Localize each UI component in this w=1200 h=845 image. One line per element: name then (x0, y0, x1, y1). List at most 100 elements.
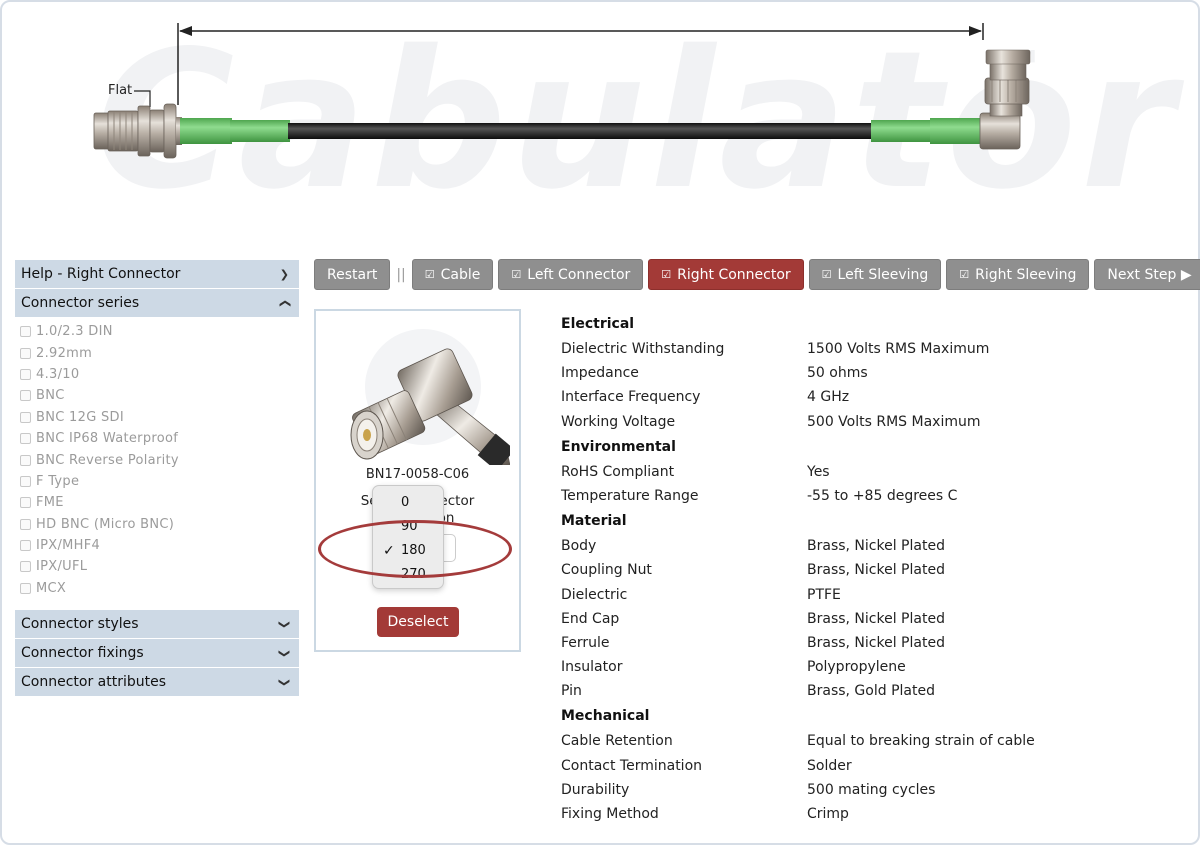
series-item-label: BNC 12G SDI (36, 409, 124, 425)
series-item-label: 2.92mm (36, 345, 93, 361)
checkbox-icon: ☑ (821, 268, 832, 281)
tab-right-sleeving-label: Right Sleeving (975, 266, 1077, 283)
spec-key: Impedance (561, 365, 639, 382)
series-item-label: BNC (36, 388, 65, 404)
styles-accordion-title: Connector styles (21, 616, 139, 633)
spec-row: Coupling Nut Brass, Nickel Plated (561, 558, 1181, 582)
restart-button[interactable]: Restart (314, 259, 391, 290)
series-item-fme: FME (20, 492, 299, 513)
series-item-ipx-ufl: IPX/UFL (20, 556, 299, 577)
spec-key: End Cap (561, 610, 620, 627)
left-connector-graphic (93, 103, 182, 159)
attributes-accordion-title: Connector attributes (21, 674, 167, 691)
checkbox-disabled (20, 540, 31, 552)
spec-key: Body (561, 538, 597, 555)
series-accordion-header[interactable]: Connector series ❯ (15, 288, 299, 317)
cable-graphic (288, 123, 873, 139)
deselect-button[interactable]: Deselect (377, 607, 459, 637)
series-item-label: IPX/MHF4 (36, 538, 101, 554)
fixings-accordion-title: Connector fixings (21, 645, 144, 662)
checkbox-disabled (20, 347, 31, 359)
series-accordion-title: Connector series (21, 295, 140, 311)
spec-row: Impedance 50 ohms (561, 361, 1181, 385)
spec-value: Yes (807, 463, 830, 480)
checkbox-icon: ☑ (511, 268, 522, 281)
help-accordion-header[interactable]: Help - Right Connector ❯ (15, 259, 299, 288)
spec-value: Solder (807, 757, 852, 774)
series-item-label: HD BNC (Micro BNC) (36, 516, 175, 532)
fixings-accordion-header[interactable]: Connector fixings ❯ (15, 638, 299, 668)
spec-row: Cable Retention Equal to breaking strain … (561, 729, 1181, 753)
flat-leader-line (134, 90, 151, 107)
series-item-2-92mm: 2.92mm (20, 342, 299, 363)
tab-right-sleeving[interactable]: ☑ Right Sleeving (946, 259, 1090, 290)
spec-row: Fixing Method Crimp (561, 802, 1181, 826)
tab-left-sleeving-label: Left Sleeving (837, 266, 929, 283)
series-item-4-3-10: 4.3/10 (20, 364, 299, 385)
spec-row: Insulator Polypropylene (561, 655, 1181, 679)
checkbox-disabled (20, 368, 31, 380)
spec-row: Dielectric Withstanding 1500 Volts RMS Ma… (561, 337, 1181, 361)
checkbox-disabled (20, 561, 31, 573)
spec-key: Contact Termination (561, 757, 703, 774)
spec-key: RoHS Compliant (561, 463, 675, 480)
series-item-hd-bnc: HD BNC (Micro BNC) (20, 514, 299, 535)
cable-drawing (93, 23, 1031, 159)
checkbox-icon: ☑ (424, 268, 435, 281)
spec-value: 50 ohms (807, 365, 868, 382)
spec-value: Equal to breaking strain of cable (807, 733, 1035, 750)
tab-left-sleeving[interactable]: ☑ Left Sleeving (808, 259, 942, 290)
checkbox-disabled (20, 497, 31, 509)
spec-row: Temperature Range -55 to +85 degrees C (561, 484, 1181, 508)
right-connector-graphic (979, 49, 1031, 150)
spec-key: Dielectric (561, 586, 628, 603)
product-card: BN17-0058-C06 Select connector orientati… (314, 309, 521, 652)
connector-product-image (350, 329, 510, 465)
tab-right-connector[interactable]: ☑ Right Connector (648, 259, 804, 290)
spec-row: Working Voltage 500 Volts RMS Maximum (561, 410, 1181, 434)
connector-series-list: 1.0/2.3 DIN 2.92mm 4.3/10 BNC BNC 12G SD… (15, 317, 299, 609)
spec-row: Contact Termination Solder (561, 754, 1181, 778)
chevron-up-icon: ❯ (277, 298, 291, 308)
spec-row: Pin Brass, Gold Plated (561, 679, 1181, 703)
spec-key: Dielectric Withstanding (561, 341, 725, 357)
spec-row: Dielectric PTFE (561, 583, 1181, 607)
series-item-label: FME (36, 495, 64, 511)
checkbox-disabled (20, 390, 31, 402)
spec-key: Insulator (561, 659, 623, 676)
series-item-label: F Type (36, 473, 80, 489)
spec-key: Temperature Range (561, 487, 699, 504)
series-item-label: BNC IP68 Waterproof (36, 431, 179, 447)
length-dimension-arrow (177, 23, 984, 105)
spec-row: End Cap Brass, Nickel Plated (561, 607, 1181, 631)
checkbox-disabled (20, 454, 31, 466)
checkbox-disabled (20, 475, 31, 487)
annotation-highlight-ellipse (318, 520, 512, 578)
series-item-bnc-12g-sdi: BNC 12G SDI (20, 407, 299, 428)
checkbox-disabled (20, 326, 31, 338)
series-item-mcx: MCX (20, 578, 299, 599)
step-separator: || (396, 266, 406, 283)
chevron-down-icon: ❯ (279, 267, 289, 281)
spec-key: Coupling Nut (561, 562, 652, 579)
section-title-mechanical: Mechanical (561, 708, 650, 725)
spec-value: Brass, Gold Plated (807, 683, 935, 700)
styles-accordion-header[interactable]: Connector styles ❯ (15, 609, 299, 639)
series-item-bnc: BNC (20, 385, 299, 406)
spec-key: Durability (561, 781, 630, 798)
section-title-environmental: Environmental (561, 438, 676, 455)
next-step-button[interactable]: Next Step ▶ (1094, 259, 1200, 290)
spec-key: Cable Retention (561, 733, 673, 750)
tab-left-connector[interactable]: ☑ Left Connector (498, 259, 644, 290)
tab-cable[interactable]: ☑ Cable (411, 259, 494, 290)
attributes-accordion-header[interactable]: Connector attributes ❯ (15, 667, 299, 697)
spec-value: 4 GHz (807, 389, 850, 406)
spec-key: Working Voltage (561, 413, 676, 430)
cable-diagram: Cabulator ™ (0, 0, 1200, 245)
chevron-down-icon: ❯ (277, 619, 291, 629)
series-item-bnc-reverse-polarity: BNC Reverse Polarity (20, 449, 299, 470)
series-item-label: 1.0/2.3 DIN (36, 324, 113, 340)
sidebar: Help - Right Connector ❯ Connector serie… (15, 259, 299, 697)
spec-value: Polypropylene (807, 659, 906, 676)
series-item-label: IPX/UFL (36, 559, 88, 575)
